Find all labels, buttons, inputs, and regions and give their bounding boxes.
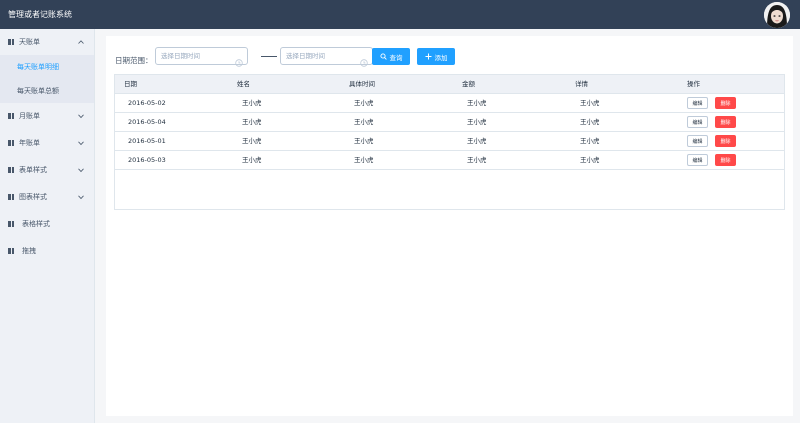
sidebar-item-drag[interactable]: 拖拽: [0, 238, 94, 265]
sidebar-item-label: 拖拽: [22, 247, 36, 255]
delete-button[interactable]: 删除: [715, 154, 736, 166]
sidebar-group-label: 天账单: [19, 38, 40, 46]
detail-cell: 王小虎: [580, 156, 600, 164]
sidebar-menu: 天账单 每天账单明细 每天账单总额 月账单 年账单 表单样式 图表样式 表格样式…: [0, 29, 95, 423]
column-header-actions: 操作: [687, 80, 700, 88]
detail-cell: 王小虎: [580, 137, 600, 145]
sidebar-group-chart-style[interactable]: 图表样式: [0, 184, 94, 211]
table-row: 2016-05-02 王小虎 王小虎 王小虎 王小虎 编辑 删除: [115, 94, 784, 113]
grid-icon: [8, 248, 14, 254]
sidebar-item-label: 每天账单总额: [17, 87, 59, 95]
main-content: 日期范围： 查询 添加 日期 姓名 具体时间: [95, 29, 800, 423]
avatar-portrait-icon: [764, 2, 790, 28]
sidebar-group-label: 图表样式: [19, 193, 47, 201]
chevron-down-icon: [78, 140, 84, 146]
grid-icon: [8, 140, 14, 146]
delete-button[interactable]: 删除: [715, 97, 736, 109]
sidebar-item-label: 表格样式: [22, 220, 50, 228]
column-header-amount: 金额: [462, 80, 475, 88]
sidebar-group-label: 年账单: [19, 139, 40, 147]
date-range-label: 日期范围：: [115, 56, 153, 65]
column-header-date: 日期: [124, 80, 137, 88]
grid-icon: [8, 194, 14, 200]
bill-table: 日期 姓名 具体时间 金额 详情 操作 2016-05-02 王小虎 王小虎 王…: [114, 74, 785, 210]
grid-icon: [8, 39, 14, 45]
name-cell: 王小虎: [242, 99, 262, 107]
edit-button[interactable]: 编辑: [687, 135, 708, 147]
time-cell: 王小虎: [354, 156, 374, 164]
amount-cell: 王小虎: [467, 118, 487, 126]
chevron-down-icon: [78, 167, 84, 173]
date-cell: 2016-05-03: [128, 156, 166, 164]
sidebar-group-monthly-bill[interactable]: 月账单: [0, 103, 94, 130]
delete-button[interactable]: 删除: [715, 135, 736, 147]
add-button[interactable]: 添加: [417, 48, 455, 65]
date-cell: 2016-05-02: [128, 99, 166, 107]
delete-button[interactable]: 删除: [715, 116, 736, 128]
table-header: 日期 姓名 具体时间 金额 详情 操作: [115, 75, 784, 94]
start-date-picker[interactable]: [155, 47, 248, 67]
grid-icon: [8, 113, 14, 119]
plus-icon: [425, 53, 431, 60]
name-cell: 王小虎: [242, 156, 262, 164]
amount-cell: 王小虎: [467, 99, 487, 107]
sidebar-item-label: 每天账单明细: [17, 63, 59, 71]
start-date-input[interactable]: [156, 48, 236, 64]
end-date-picker[interactable]: [280, 47, 373, 67]
date-cell: 2016-05-01: [128, 137, 166, 145]
sidebar-group-yearly-bill[interactable]: 年账单: [0, 130, 94, 157]
top-header: 管理或者记账系统: [0, 0, 800, 29]
content-card: 日期范围： 查询 添加 日期 姓名 具体时间: [106, 36, 793, 416]
time-cell: 王小虎: [354, 137, 374, 145]
app-title: 管理或者记账系统: [8, 10, 72, 19]
table-row: 2016-05-01 王小虎 王小虎 王小虎 王小虎 编辑 删除: [115, 132, 784, 151]
time-cell: 王小虎: [354, 118, 374, 126]
add-button-label: 添加: [434, 53, 448, 62]
chevron-down-icon: [78, 113, 84, 119]
chevron-up-icon: [78, 39, 84, 45]
sidebar-item-daily-total[interactable]: 每天账单总额: [0, 79, 94, 103]
sidebar-item-daily-detail[interactable]: 每天账单明细: [0, 55, 94, 79]
grid-icon: [8, 167, 14, 173]
sidebar-item-table-style[interactable]: 表格样式: [0, 211, 94, 238]
edit-button[interactable]: 编辑: [687, 154, 708, 166]
amount-cell: 王小虎: [467, 156, 487, 164]
date-cell: 2016-05-04: [128, 118, 166, 126]
column-header-name: 姓名: [237, 80, 250, 88]
table-row: 2016-05-03 王小虎 王小虎 王小虎 王小虎 编辑 删除: [115, 151, 784, 170]
end-date-input[interactable]: [281, 48, 361, 64]
edit-button[interactable]: 编辑: [687, 116, 708, 128]
column-header-detail: 详情: [575, 80, 588, 88]
query-button[interactable]: 查询: [372, 48, 410, 65]
search-icon: [379, 53, 387, 60]
clock-icon: [235, 52, 243, 67]
clock-icon: [360, 52, 368, 67]
chevron-down-icon: [78, 194, 84, 200]
range-separator: [261, 56, 277, 57]
sidebar-group-label: 表单样式: [19, 166, 47, 174]
table-row: 2016-05-04 王小虎 王小虎 王小虎 王小虎 编辑 删除: [115, 113, 784, 132]
edit-button[interactable]: 编辑: [687, 97, 708, 109]
name-cell: 王小虎: [242, 118, 262, 126]
sidebar-group-daily-bill[interactable]: 天账单: [0, 29, 94, 55]
user-avatar[interactable]: [764, 2, 790, 28]
time-cell: 王小虎: [354, 99, 374, 107]
detail-cell: 王小虎: [580, 99, 600, 107]
sidebar-group-label: 月账单: [19, 112, 40, 120]
amount-cell: 王小虎: [467, 137, 487, 145]
sidebar-group-form-style[interactable]: 表单样式: [0, 157, 94, 184]
name-cell: 王小虎: [242, 137, 262, 145]
query-button-label: 查询: [389, 53, 403, 62]
grid-icon: [8, 221, 14, 227]
column-header-time: 具体时间: [349, 80, 375, 88]
detail-cell: 王小虎: [580, 118, 600, 126]
